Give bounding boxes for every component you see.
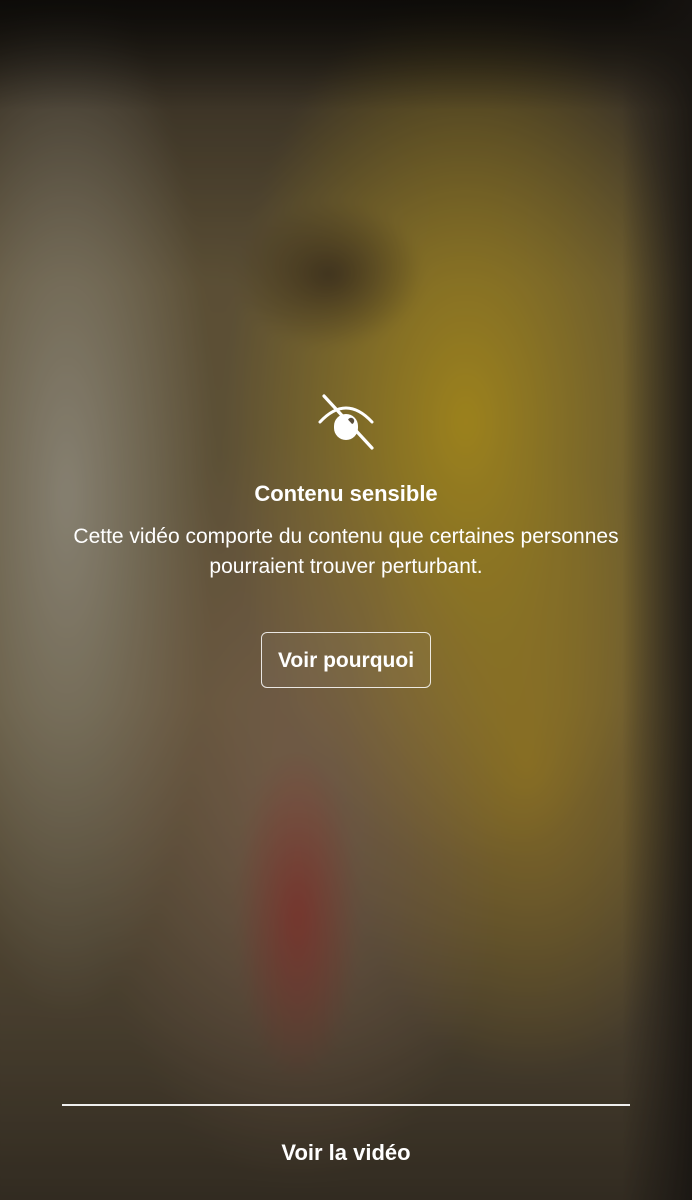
see-why-button[interactable]: Voir pourquoi xyxy=(260,632,432,688)
sensitive-content-warning: Contenu sensible Cette vidéo comporte du… xyxy=(0,390,692,688)
sensitive-video-screen: Contenu sensible Cette vidéo comporte du… xyxy=(0,0,692,1200)
see-video-button[interactable]: Voir la vidéo xyxy=(0,1128,692,1178)
divider xyxy=(62,1104,630,1106)
eye-slash-icon xyxy=(314,390,378,454)
warning-description: Cette vidéo comporte du contenu que cert… xyxy=(73,525,619,578)
warning-title: Contenu sensible xyxy=(254,481,438,506)
